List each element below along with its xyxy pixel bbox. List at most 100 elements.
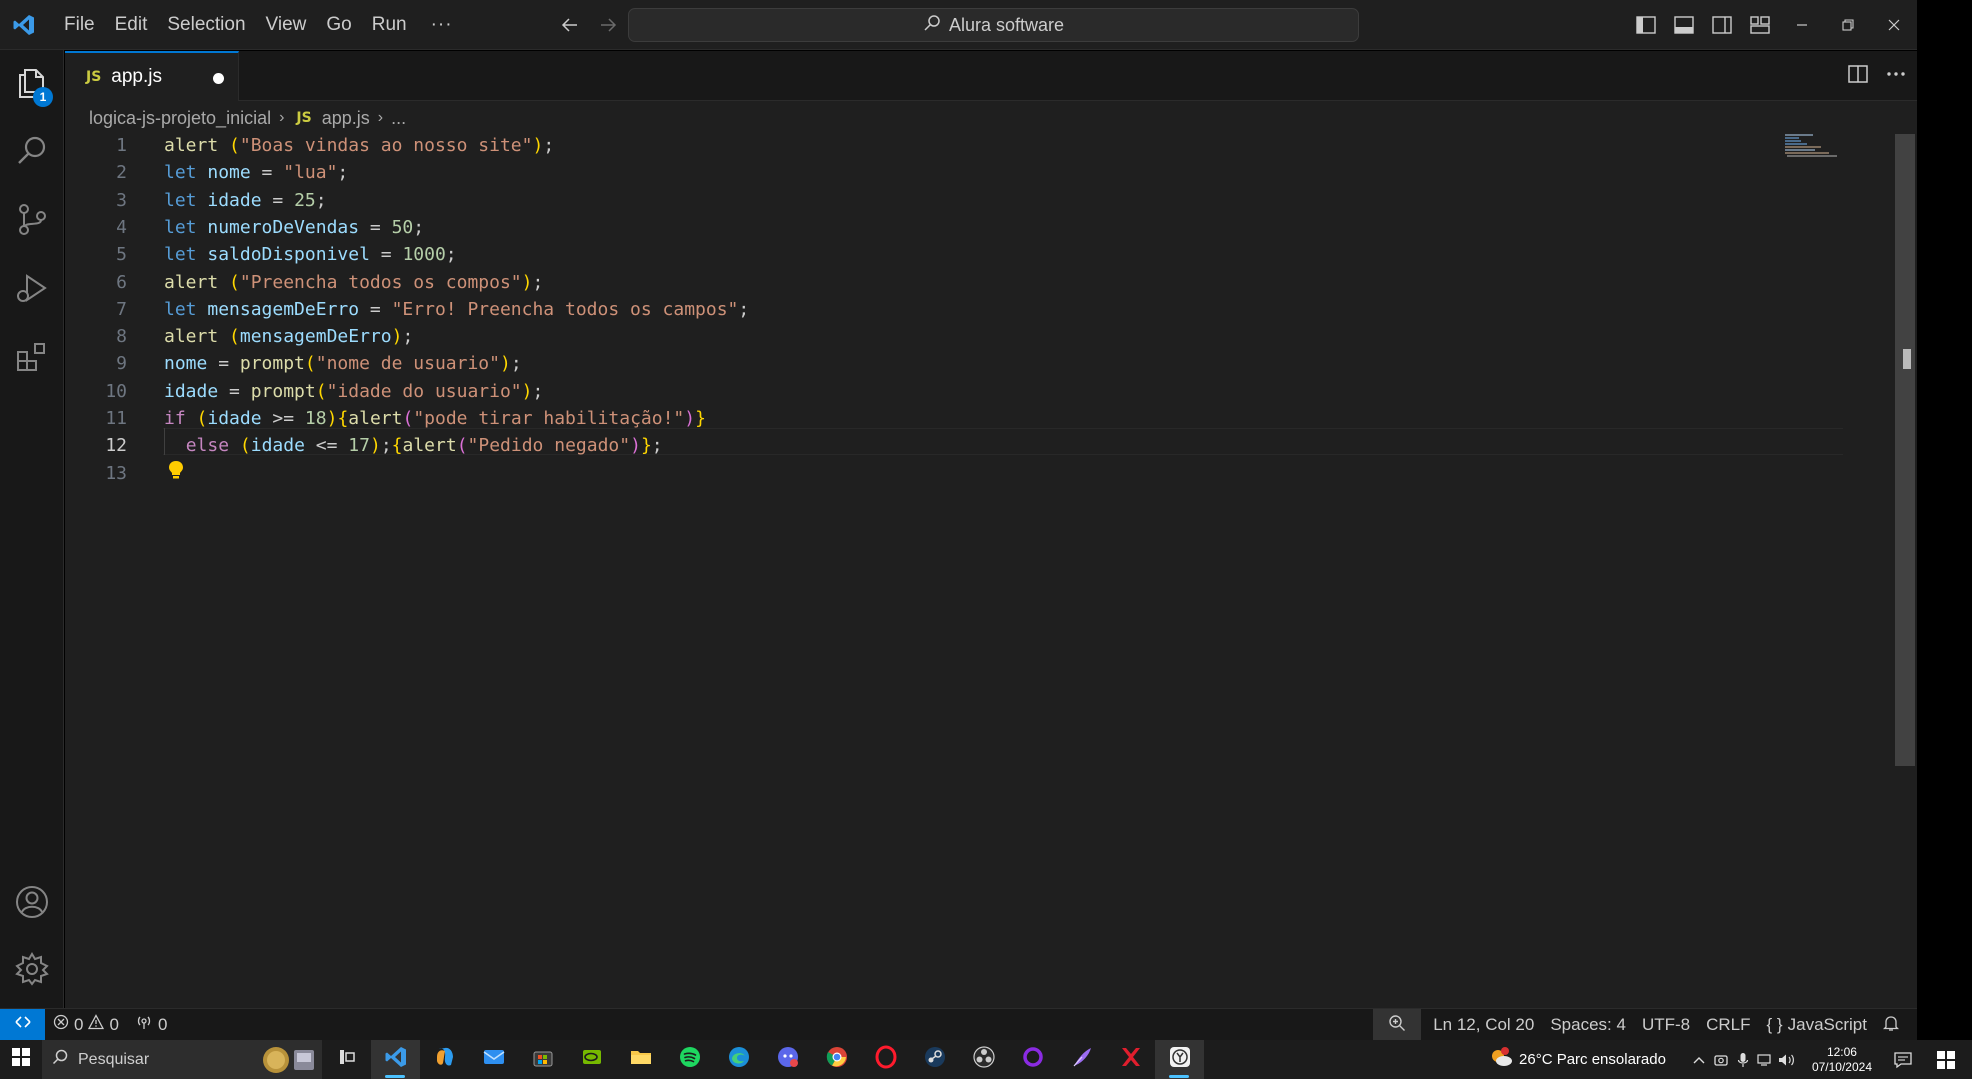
- code-token: let: [164, 216, 197, 238]
- notification-center-icon[interactable]: [1886, 1051, 1920, 1069]
- windows-logo-icon[interactable]: [1920, 1050, 1972, 1069]
- minimize-window-icon[interactable]: [1779, 0, 1825, 50]
- code-line[interactable]: 13: [65, 460, 1765, 487]
- code-line[interactable]: 1 alert ("Boas vindas ao nosso site");: [65, 132, 1765, 159]
- menu-view[interactable]: View: [256, 8, 317, 42]
- start-button[interactable]: [0, 1040, 42, 1079]
- code-line[interactable]: 10 idade = prompt("idade do usuario");: [65, 378, 1765, 405]
- code-line[interactable]: 5 let saldoDisponivel = 1000;: [65, 241, 1765, 268]
- search-view-button[interactable]: [0, 120, 64, 186]
- code-token: <=: [304, 435, 349, 457]
- code-token: alert: [402, 435, 457, 457]
- accounts-button[interactable]: [0, 871, 64, 937]
- taskbar-microsoft-store[interactable]: [518, 1040, 567, 1079]
- code-line[interactable]: 2 let nome = "lua";: [65, 159, 1765, 186]
- code-line[interactable]: 9 nome = prompt("nome de usuario");: [65, 350, 1765, 377]
- taskbar-copilot[interactable]: [420, 1040, 469, 1079]
- taskbar-nvidia[interactable]: [567, 1040, 616, 1079]
- language-mode-status[interactable]: { } JavaScript: [1759, 1009, 1875, 1041]
- manage-button[interactable]: [0, 938, 64, 1004]
- taskbar-vscode[interactable]: [371, 1040, 420, 1079]
- indentation-status[interactable]: Spaces: 4: [1542, 1009, 1634, 1041]
- menu-run[interactable]: Run: [362, 8, 417, 42]
- close-window-icon[interactable]: [1871, 0, 1917, 50]
- cursor-position[interactable]: Ln 12, Col 20: [1425, 1009, 1542, 1041]
- code-token: (: [402, 408, 414, 429]
- zoom-button[interactable]: [1373, 1009, 1422, 1041]
- notifications-button[interactable]: [1875, 1009, 1907, 1041]
- code-line[interactable]: 12 else (idade <= 17);{alert("Pedido neg…: [65, 432, 1765, 459]
- code-token: if: [164, 408, 186, 429]
- menu-file[interactable]: File: [54, 8, 105, 42]
- taskbar-clock[interactable]: 12:06 07/10/2024: [1812, 1045, 1872, 1075]
- more-actions-icon[interactable]: [1885, 64, 1907, 89]
- code-token: prompt: [250, 380, 316, 402]
- code-line[interactable]: 4 let numeroDeVendas = 50;: [65, 214, 1765, 241]
- code-token: =: [359, 298, 392, 320]
- taskbar-discord-like-app[interactable]: [763, 1040, 812, 1079]
- code-token: 1000: [402, 244, 446, 266]
- code-token: ): [391, 326, 403, 348]
- breadcrumb-file[interactable]: app.js: [322, 108, 370, 129]
- menu-go[interactable]: Go: [316, 8, 361, 42]
- network-icon[interactable]: [1754, 1053, 1776, 1067]
- unsaved-changes-dot-icon[interactable]: [213, 73, 224, 84]
- taskbar-edge[interactable]: [714, 1040, 763, 1079]
- taskbar-opera[interactable]: [861, 1040, 910, 1079]
- chevron-up-icon[interactable]: [1688, 1055, 1710, 1065]
- taskbar-file-explorer[interactable]: [616, 1040, 665, 1079]
- breadcrumb-more[interactable]: ...: [391, 108, 406, 129]
- explorer-button[interactable]: 1: [0, 52, 64, 118]
- eol-status[interactable]: CRLF: [1698, 1009, 1758, 1041]
- remote-indicator-button[interactable]: [0, 1008, 45, 1041]
- menu-edit[interactable]: Edit: [105, 8, 158, 42]
- taskbar-steam[interactable]: [910, 1040, 959, 1079]
- split-editor-icon[interactable]: [1847, 64, 1869, 89]
- customize-layout-icon[interactable]: [1741, 0, 1779, 50]
- volume-icon[interactable]: [1776, 1053, 1798, 1067]
- encoding-status[interactable]: UTF-8: [1634, 1009, 1698, 1041]
- breadcrumb-folder[interactable]: logica-js-projeto_inicial: [89, 108, 271, 129]
- taskbar-yandex-browser[interactable]: [1155, 1040, 1204, 1079]
- code-editor[interactable]: 1 alert ("Boas vindas ao nosso site"); 2 le…: [65, 132, 1917, 1008]
- taskbar-spotify[interactable]: [665, 1040, 714, 1079]
- code-token: prompt: [239, 353, 305, 375]
- taskbar-mail[interactable]: [469, 1040, 518, 1079]
- source-control-button[interactable]: [0, 188, 64, 254]
- forward-arrow-icon[interactable]: [595, 12, 621, 38]
- toggle-secondary-sidebar-icon[interactable]: [1703, 0, 1741, 50]
- microphone-icon[interactable]: [1732, 1052, 1754, 1068]
- taskbar-search-box[interactable]: Pesquisar: [42, 1040, 322, 1079]
- code-token: ): [532, 135, 544, 156]
- taskbar-ring-app[interactable]: [1008, 1040, 1057, 1079]
- taskbar-search-placeholder: Pesquisar: [78, 1050, 150, 1068]
- editor-scrollbar[interactable]: [1895, 134, 1915, 766]
- code-line[interactable]: 3 let idade = 25;: [65, 187, 1765, 214]
- taskbar-pen-app[interactable]: [1057, 1040, 1106, 1079]
- ports-status[interactable]: 0: [127, 1009, 175, 1041]
- toggle-primary-sidebar-icon[interactable]: [1627, 0, 1665, 50]
- back-arrow-icon[interactable]: [557, 12, 583, 38]
- code-line[interactable]: 8 alert (mensagemDeErro);: [65, 323, 1765, 350]
- code-line[interactable]: 6 alert ("Preencha todos os compos");: [65, 269, 1765, 296]
- mail-icon: [482, 1045, 506, 1074]
- menu-more-button[interactable]: ···: [417, 14, 467, 36]
- code-line[interactable]: 11 if (idade >= 18){alert("pode tirar hab…: [65, 405, 1765, 432]
- tab-app-js[interactable]: JS app.js: [65, 51, 239, 101]
- taskbar-x-app[interactable]: [1106, 1040, 1155, 1079]
- minimap[interactable]: [1785, 133, 1841, 157]
- camera-icon[interactable]: [1710, 1053, 1732, 1067]
- task-view-button[interactable]: [322, 1040, 371, 1079]
- extensions-button[interactable]: [0, 326, 64, 392]
- run-debug-button[interactable]: [0, 257, 64, 323]
- taskbar-chrome[interactable]: [812, 1040, 861, 1079]
- problems-status[interactable]: 0 0: [45, 1009, 127, 1041]
- command-center-search[interactable]: Alura software: [628, 8, 1359, 42]
- menu-selection[interactable]: Selection: [157, 8, 255, 42]
- restore-window-icon[interactable]: [1825, 0, 1871, 50]
- toggle-panel-icon[interactable]: [1665, 0, 1703, 50]
- taskbar-obs[interactable]: [959, 1040, 1008, 1079]
- weather-widget[interactable]: 26°C Parc ensolarado: [1489, 1046, 1666, 1073]
- code-line[interactable]: 7 let mensagemDeErro = "Erro! Preencha to…: [65, 296, 1765, 323]
- lightbulb-icon[interactable]: [168, 460, 184, 480]
